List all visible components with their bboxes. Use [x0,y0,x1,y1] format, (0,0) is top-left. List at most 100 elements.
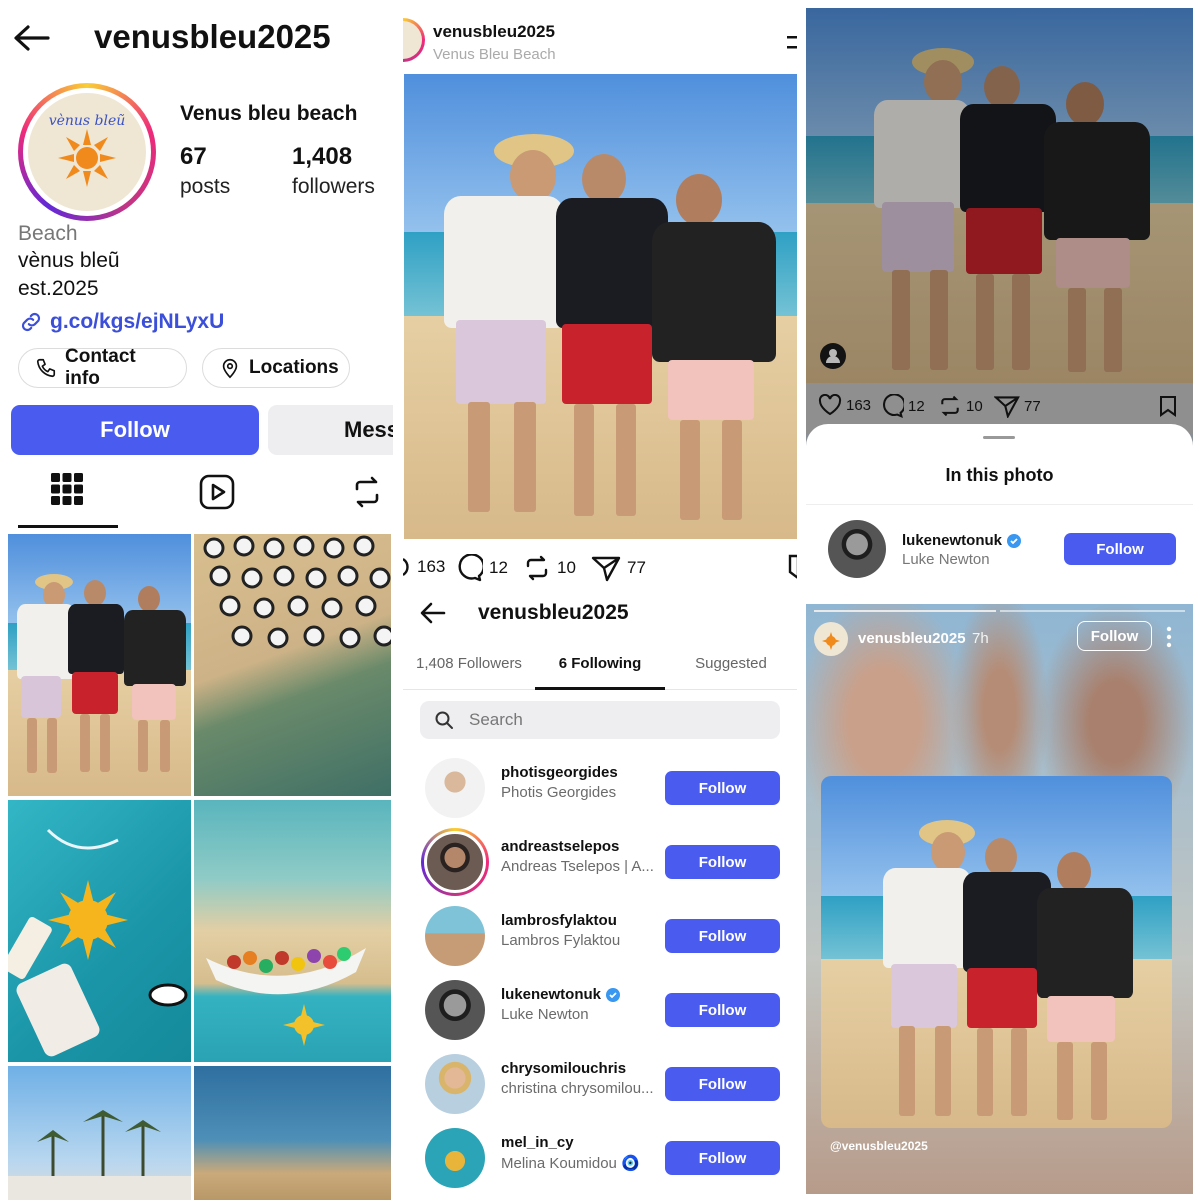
following-username[interactable]: lukenewtonuk [501,986,601,1003]
message-button[interactable]: Mess [268,405,393,455]
tagged-repost-button[interactable]: 10 [938,394,983,418]
profile-link-text[interactable]: g.co/kgs/ejNLyxU [50,310,224,334]
locations-button[interactable]: Locations [202,348,350,388]
avatar[interactable] [828,520,886,578]
repost-icon[interactable] [350,475,384,509]
grid-post-6[interactable] [194,1066,391,1200]
tagged-share-button[interactable]: 77 [994,394,1041,418]
post-following-panel: venusbleu2025 Venus Bleu Beach 163 12 10… [403,0,797,1200]
avatar[interactable] [425,758,485,818]
comment-icon [455,554,483,582]
following-back-arrow-icon[interactable] [419,600,447,626]
following-row[interactable]: mel_in_cy Melina Koumidou 🧿 Follow [403,1121,797,1195]
following-row[interactable]: lukenewtonuk Luke Newton Follow [403,973,797,1047]
post-author-avatar[interactable] [403,18,425,62]
post-likes: 163 [417,557,446,576]
tagged-reposts: 10 [966,397,983,415]
bio-line-2: est.2025 [18,277,99,300]
post-location[interactable]: Venus Bleu Beach [433,46,556,63]
following-username[interactable]: andreastselepos [501,838,619,855]
tagged-follow-button[interactable]: Follow [1064,533,1176,565]
grid-post-2[interactable] [194,534,391,796]
heart-icon [403,555,411,579]
bookmark-icon[interactable] [1158,395,1178,417]
profile-avatar[interactable]: vènus bleũ [18,83,156,221]
following-row[interactable]: photisgeorgides Photis Georgides Follow [403,751,797,825]
tab-suggested[interactable]: Suggested [665,655,797,672]
follow-user-button[interactable]: Follow [665,771,780,805]
follow-user-button[interactable]: Follow [665,1067,780,1101]
followers-label[interactable]: followers [292,175,375,199]
like-button[interactable]: 163 [403,555,445,579]
tagged-username[interactable]: lukenewtonuk [902,532,1002,549]
avatar[interactable] [425,1128,485,1188]
tagged-photo-panel: 163 12 10 77 In this photo lukenewtonuk … [806,8,1193,596]
bookmark-icon[interactable] [788,554,797,580]
follow-button[interactable]: Follow [11,405,259,455]
reels-icon[interactable] [199,474,235,510]
tagged-comment-button[interactable]: 12 [880,394,925,418]
story-more-icon[interactable] [1165,626,1173,648]
followers-count[interactable]: 1,408 [292,143,352,171]
story-mention[interactable]: @venusbleu2025 [830,1139,928,1153]
grid-tab-indicator [18,525,118,528]
send-icon [591,554,621,582]
story-shared-post[interactable] [821,776,1172,1128]
post-username[interactable]: venusbleu2025 [433,22,555,42]
tab-followers[interactable]: 1,408 Followers [403,655,535,672]
grid-icon[interactable] [50,472,84,506]
story-author-avatar[interactable] [814,622,848,656]
follow-user-button[interactable]: Follow [665,993,780,1027]
following-full-name: Lambros Fylaktou [501,932,621,949]
avatar[interactable] [425,906,485,966]
more-options-icon[interactable] [787,34,797,54]
tagged-post-photo[interactable] [806,8,1193,383]
phone-icon [35,357,57,379]
story-username[interactable]: venusbleu2025 [858,630,966,647]
profile-username: venusbleu2025 [94,18,331,55]
search-placeholder: Search [469,710,523,729]
following-username[interactable]: mel_in_cy [501,1134,574,1151]
share-button[interactable]: 77 [591,554,646,582]
follow-user-button[interactable]: Follow [665,919,780,953]
profile-link[interactable]: g.co/kgs/ejNLyxU [18,309,224,335]
contact-info-label: Contact info [65,346,136,389]
avatar[interactable] [425,1054,485,1114]
following-username[interactable]: lambrosfylaktou [501,912,617,929]
grid-post-3[interactable] [8,800,191,1062]
avatar[interactable] [425,980,485,1040]
verified-badge-icon [606,987,621,1002]
tab-following[interactable]: 6 Following [535,655,665,672]
post-comments: 12 [489,558,508,577]
follow-user-button[interactable]: Follow [665,1141,780,1175]
back-arrow-icon[interactable] [12,22,52,54]
tagged-full-name: Luke Newton [902,551,990,568]
grid-post-4[interactable] [194,800,391,1062]
contact-info-button[interactable]: Contact info [18,346,187,389]
verified-badge-icon [1007,533,1022,548]
following-full-name: Melina Koumidou 🧿 [501,1155,640,1172]
repost-button[interactable]: 10 [523,554,576,582]
tagged-like-button[interactable]: 163 [818,394,871,416]
following-row[interactable]: chrysomilouchris christina chrysomilou..… [403,1047,797,1121]
sheet-drag-handle[interactable] [983,436,1015,439]
grid-post-5[interactable] [8,1066,191,1200]
following-row[interactable]: lambrosfylaktou Lambros Fylaktou Follow [403,899,797,973]
avatar[interactable] [421,828,489,896]
link-icon [18,309,44,335]
locations-label: Locations [249,357,339,378]
following-row[interactable]: andreastselepos Andreas Tselepos | A... … [403,825,797,899]
follow-user-button[interactable]: Follow [665,845,780,879]
comment-icon [880,394,904,418]
tagged-people-icon[interactable] [820,343,846,369]
tagged-shares: 77 [1024,397,1041,415]
story-follow-button[interactable]: Follow [1077,621,1152,651]
search-input[interactable]: Search [420,701,780,739]
comment-button[interactable]: 12 [455,554,508,582]
post-reposts: 10 [557,558,576,577]
tagged-comments: 12 [908,397,925,415]
following-username[interactable]: chrysomilouchris [501,1060,626,1077]
post-photo[interactable] [404,74,797,539]
following-username[interactable]: photisgeorgides [501,764,618,781]
grid-post-1[interactable] [8,534,191,796]
